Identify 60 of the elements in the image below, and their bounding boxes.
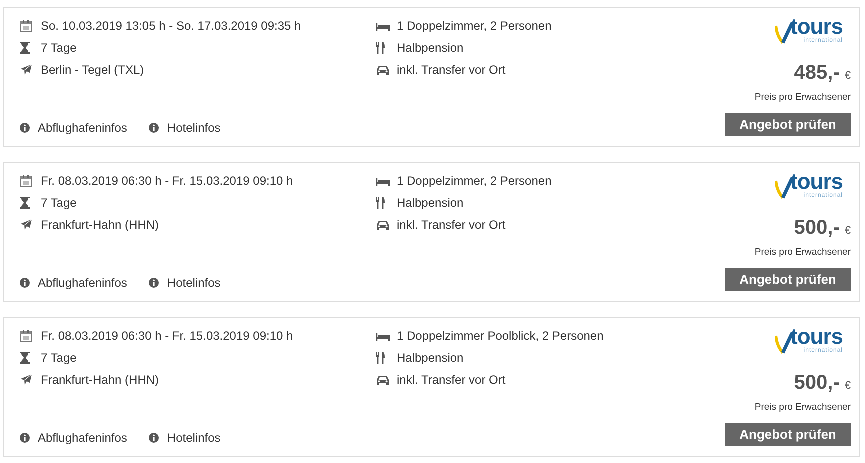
board-text: Halbpension	[397, 40, 464, 57]
car-icon	[376, 220, 390, 230]
info-link[interactable]: Hotelinfos	[149, 274, 221, 292]
room-text: 1 Doppelzimmer Poolblick, 2 Personen	[397, 328, 604, 345]
airplane-icon	[20, 219, 33, 231]
check-offer-button[interactable]: Angebot prüfen	[725, 268, 851, 292]
price: 500,-	[794, 371, 840, 396]
room-text: 1 Doppelzimmer, 2 Personen	[397, 18, 552, 35]
info-link[interactable]: Hotelinfos	[149, 429, 221, 447]
info-link[interactable]: Abflughafeninfos	[20, 274, 128, 292]
price: 485,-	[794, 61, 840, 86]
departure-airport: Berlin - Tegel (TXL)	[41, 62, 144, 79]
price-note: Preis pro Erwachsener	[754, 401, 851, 415]
transfer-text: inkl. Transfer vor Ort	[397, 62, 506, 79]
hourglass-icon	[20, 42, 30, 54]
info-link[interactable]: Abflughafeninfos	[20, 119, 128, 137]
transfer-text: inkl. Transfer vor Ort	[397, 217, 506, 234]
bed-icon	[376, 176, 390, 186]
info-link[interactable]: Abflughafeninfos	[20, 429, 128, 447]
info-icon	[20, 278, 30, 288]
check-offer-button[interactable]: Angebot prüfen	[725, 423, 851, 446]
info-icon	[20, 123, 30, 133]
board-text: Halbpension	[397, 350, 464, 367]
travel-dates: Fr. 08.03.2019 06:30 h - Fr. 15.03.2019 09:10 h	[41, 173, 294, 190]
departure-airport: Frankfurt-Hahn (HHN)	[41, 217, 160, 234]
board-text: Halbpension	[397, 195, 464, 212]
calendar-icon	[20, 175, 32, 187]
transfer-text: inkl. Transfer vor Ort	[397, 372, 506, 389]
car-icon	[376, 374, 390, 386]
price-note: Preis pro Erwachsener	[754, 246, 851, 260]
info-icon	[20, 433, 30, 443]
duration-text: 7 Tage	[41, 350, 77, 367]
room-text: 1 Doppelzimmer, 2 Personen	[397, 173, 552, 190]
cutlery-icon	[376, 197, 386, 209]
hourglass-icon	[20, 197, 30, 209]
check-offer-button[interactable]: Angebot prüfen	[725, 113, 851, 136]
info-icon	[149, 278, 160, 288]
calendar-icon	[20, 20, 32, 32]
departure-airport: Frankfurt-Hahn (HHN)	[41, 372, 160, 389]
info-icon	[149, 433, 160, 443]
currency: €	[844, 69, 851, 84]
currency: €	[844, 379, 851, 394]
airplane-icon	[20, 374, 33, 386]
info-icon	[149, 123, 160, 133]
currency: €	[844, 224, 851, 239]
price-note: Preis pro Erwachsener	[754, 91, 851, 105]
cutlery-icon	[376, 42, 386, 54]
bed-icon	[376, 332, 390, 340]
car-icon	[376, 64, 390, 76]
airplane-icon	[20, 64, 33, 76]
bed-icon	[376, 22, 390, 30]
price: 500,-	[794, 216, 840, 241]
cutlery-icon	[376, 352, 386, 364]
travel-dates: So. 10.03.2019 13:05 h - So. 17.03.2019 09:35 h	[41, 18, 302, 35]
duration-text: 7 Tage	[41, 195, 77, 212]
calendar-icon	[20, 330, 32, 342]
info-link[interactable]: Hotelinfos	[149, 119, 221, 137]
duration-text: 7 Tage	[41, 40, 77, 57]
travel-dates: Fr. 08.03.2019 06:30 h - Fr. 15.03.2019 09:10 h	[41, 328, 294, 345]
hourglass-icon	[20, 352, 30, 364]
